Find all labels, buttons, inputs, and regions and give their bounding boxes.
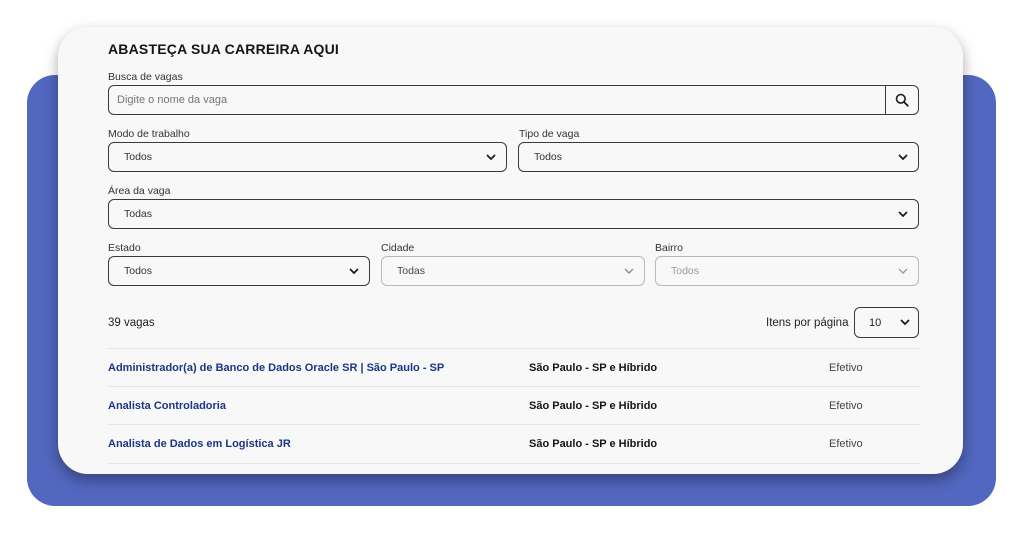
area-label: Área da vaga [108, 185, 171, 197]
chevron-down-icon [888, 142, 918, 172]
job-title-link[interactable]: Analista Controladoria [108, 400, 226, 412]
chevron-down-icon [888, 256, 918, 286]
results-count: 39 vagas [108, 317, 155, 329]
chevron-down-icon [339, 256, 369, 286]
chevron-down-icon [892, 308, 918, 338]
city-value: Todas [397, 265, 426, 277]
search-button[interactable] [885, 85, 918, 115]
neighborhood-value: Todos [671, 265, 700, 277]
job-title-link[interactable]: Analista de Dados em Logística JR [108, 438, 291, 450]
work-mode-value: Todos [124, 151, 153, 163]
chevron-down-icon [888, 199, 918, 229]
page-title: ABASTEÇA SUA CARREIRA AQUI [108, 41, 340, 57]
city-label: Cidade [381, 242, 415, 254]
job-type-label: Tipo de vaga [519, 128, 580, 140]
job-location: São Paulo - SP e Híbrido [529, 361, 658, 374]
state-select[interactable]: Todos [108, 256, 370, 286]
search-input[interactable] [109, 94, 885, 106]
per-page-value: 10 [869, 316, 882, 329]
neighborhood-label: Bairro [655, 242, 684, 254]
job-type: Efetivo [829, 361, 863, 374]
job-type: Efetivo [829, 437, 863, 450]
per-page-select[interactable]: 10 [854, 307, 919, 338]
work-mode-label: Modo de trabalho [108, 128, 190, 140]
city-select[interactable]: Todas [381, 256, 645, 286]
chevron-down-icon [476, 142, 506, 172]
search-label: Busca de vagas [108, 71, 183, 83]
work-mode-select[interactable]: Todos [108, 142, 507, 172]
job-type: Efetivo [829, 399, 863, 412]
chevron-down-icon [614, 256, 644, 286]
per-page-label: Itens por página [766, 317, 849, 329]
neighborhood-select[interactable]: Todos [655, 256, 919, 286]
state-label: Estado [108, 242, 141, 254]
search-icon [895, 93, 909, 107]
job-row[interactable]: Analista Controladoria São Paulo - SP e … [108, 386, 920, 424]
divider [108, 463, 920, 464]
job-type-value: Todos [534, 151, 563, 163]
search-box [108, 85, 919, 115]
job-row[interactable]: Administrador(a) de Banco de Dados Oracl… [108, 348, 920, 386]
job-location: São Paulo - SP e Híbrido [529, 437, 658, 450]
job-search-card: ABASTEÇA SUA CARREIRA AQUI Busca de vaga… [58, 27, 963, 474]
state-value: Todos [124, 265, 153, 277]
job-row[interactable]: Analista de Dados em Logística JR São Pa… [108, 424, 920, 462]
job-title-link[interactable]: Administrador(a) de Banco de Dados Oracl… [108, 362, 444, 374]
area-select[interactable]: Todas [108, 199, 919, 229]
job-type-select[interactable]: Todos [518, 142, 919, 172]
job-location: São Paulo - SP e Híbrido [529, 399, 658, 412]
area-value: Todas [124, 208, 153, 220]
